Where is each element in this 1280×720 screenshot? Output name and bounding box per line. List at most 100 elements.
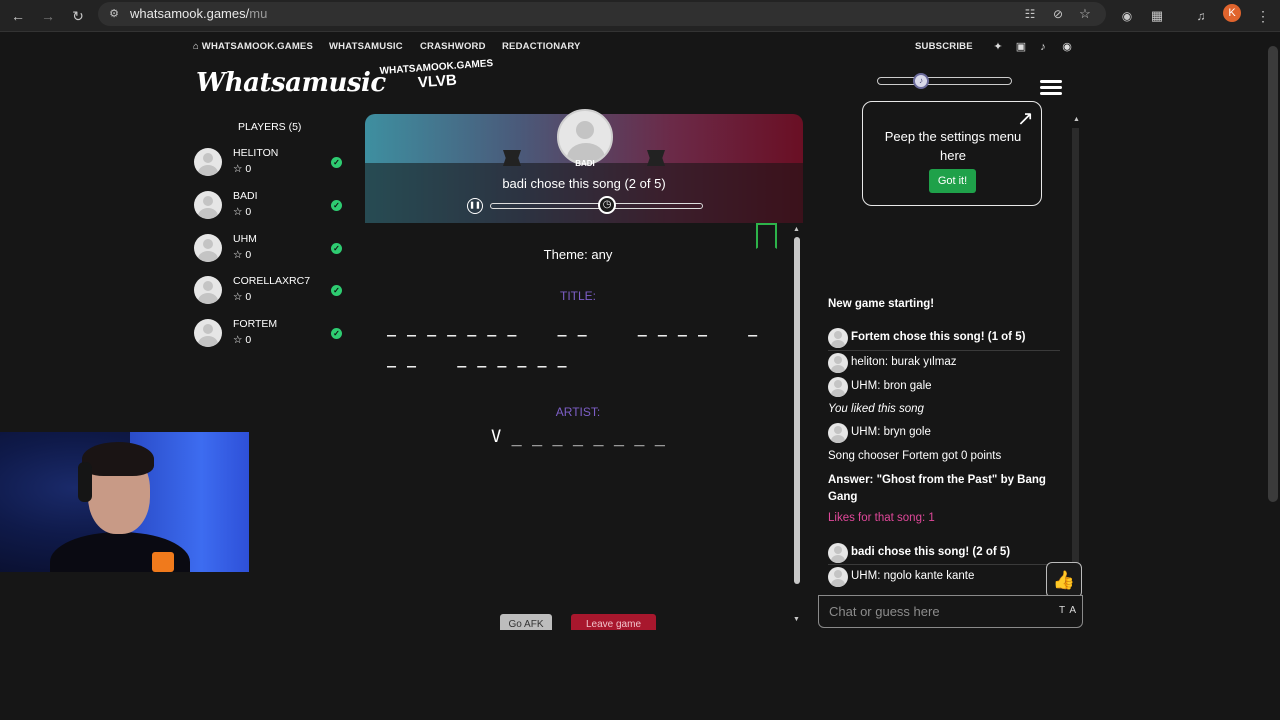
song-progress-bar: [490, 203, 703, 209]
reload-icon[interactable]: ↻: [68, 6, 88, 26]
theme-text: Theme: any: [543, 247, 613, 262]
players-title: PLAYERS (5): [238, 121, 302, 133]
player-name: HELITON: [233, 147, 279, 159]
player-name: FORTEM: [233, 318, 278, 330]
avatar: [828, 567, 848, 587]
pause-button[interactable]: ❚❚: [467, 198, 483, 214]
avatar: [828, 543, 848, 563]
extensions-puzzle-icon[interactable]: ▦: [1147, 6, 1167, 26]
song-status: badi chose this song (2 of 5): [502, 176, 666, 191]
check-icon: ✓: [331, 200, 342, 211]
chat-message: UHM: bryn gole: [851, 426, 931, 438]
scroll-up-icon[interactable]: ▲: [792, 226, 801, 234]
check-icon: ✓: [331, 328, 342, 339]
headset-icon: [78, 462, 92, 502]
subscribe-link[interactable]: SUBSCRIBE: [915, 41, 973, 52]
chat-points-message: Song chooser Fortem got 0 points: [828, 450, 1002, 462]
chat-message: UHM: ngolo kante kante: [851, 570, 975, 582]
settings-tooltip: ↗ Peep the settings menu here Got it!: [862, 101, 1042, 206]
volume-slider[interactable]: [877, 77, 1012, 85]
avatar: [828, 423, 848, 443]
player-score-value: 0: [245, 206, 252, 218]
player-score: ☆ 0: [233, 163, 251, 175]
chooser-avatar: [557, 109, 613, 165]
player-score: ☆ 0: [233, 291, 251, 303]
bookmark-icon[interactable]: [756, 223, 777, 249]
instagram-icon[interactable]: ▣: [1014, 40, 1028, 54]
chat-scroll-up-icon[interactable]: ▲: [1072, 116, 1081, 124]
tooltip-text: Peep the settings menu here: [884, 129, 1022, 163]
chat-message: heliton: burak yılmaz: [851, 356, 957, 368]
site-logo[interactable]: Whatsamusic: [196, 68, 386, 98]
star-icon: ☆: [233, 163, 243, 175]
pause-icon: ❚❚: [469, 202, 481, 209]
more-menu-icon[interactable]: ⋮: [1253, 6, 1273, 26]
page: ⌂ WHATSAMOOK.GAMES WHATSAMUSIC CRASHWORD…: [0, 32, 1280, 720]
scroll-down-icon[interactable]: ▼: [792, 616, 801, 624]
star-icon: ☆: [233, 291, 243, 303]
back-arrow-icon[interactable]: ←: [8, 6, 28, 26]
profile-avatar[interactable]: K: [1223, 4, 1241, 22]
player-row: BADI ☆ 0 ✓: [194, 190, 350, 224]
tiktok-icon[interactable]: ♪: [1036, 40, 1050, 54]
webcam-mug: [152, 552, 174, 572]
avatar: [194, 191, 222, 219]
chat-chooser-message: Fortem chose this song! (1 of 5): [851, 331, 1026, 343]
nav-link-redactionary[interactable]: REDACTIONARY: [502, 41, 581, 52]
avatar: [828, 377, 848, 397]
chat-input[interactable]: Chat or guess here TA: [818, 595, 1083, 628]
player-score: ☆ 0: [233, 249, 251, 261]
player-score: ☆ 0: [233, 334, 251, 346]
got-it-button[interactable]: Got it!: [929, 169, 976, 193]
check-icon: ✓: [331, 285, 342, 296]
media-control-icon[interactable]: ♫: [1191, 6, 1211, 26]
thumbs-up-icon: 👍: [1052, 570, 1076, 590]
chat-answer-message: Answer: "Ghost from the Past" by Bang Ga…: [828, 474, 1046, 503]
nav-home-link[interactable]: ⌂ WHATSAMOOK.GAMES: [193, 41, 313, 52]
site-settings-icon[interactable]: ⚙: [104, 4, 124, 24]
nav-link-whatsamusic[interactable]: WHATSAMUSIC: [329, 41, 403, 52]
chat-chooser-message: badi chose this song! (2 of 5): [851, 546, 1011, 558]
song-card-overlay: [365, 163, 803, 223]
home-icon: ⌂: [193, 41, 199, 52]
chat-text-options[interactable]: TA: [1059, 605, 1081, 616]
extension-icon[interactable]: ◉: [1117, 6, 1137, 26]
eye-off-icon[interactable]: ⊘: [1048, 4, 1068, 24]
address-bar[interactable]: ⚙ whatsamook.games/mu ☷ ⊘ ☆: [98, 2, 1106, 26]
flag-icon: [647, 150, 665, 166]
avatar: [194, 276, 222, 304]
discord-icon[interactable]: ◉: [1060, 40, 1074, 54]
room-label: WHATSAMOOK.GAMES VLVB: [379, 58, 495, 94]
chooser-name: BADI: [575, 159, 595, 168]
star-icon: ☆: [233, 206, 243, 218]
like-button[interactable]: 👍: [1046, 562, 1082, 598]
avatar: [194, 319, 222, 347]
chat-likes-message: Likes for that song: 1: [828, 512, 935, 524]
player-row: FORTEM ☆ 0 ✓: [194, 318, 350, 352]
url-host: whatsamook.games/: [130, 6, 250, 21]
volume-icon[interactable]: ♪: [913, 73, 929, 89]
player-row: HELITON ☆ 0 ✓: [194, 147, 350, 181]
player-score: ☆ 0: [233, 206, 251, 218]
star-icon: ☆: [233, 334, 243, 346]
go-afk-button[interactable]: Go AFK: [500, 614, 552, 630]
bookmark-star-icon[interactable]: ☆: [1075, 4, 1095, 24]
player-score-value: 0: [245, 291, 252, 303]
leave-game-button[interactable]: Leave game: [571, 614, 656, 630]
chat-liked-message: You liked this song: [828, 403, 924, 415]
player-name: CORELLAXRC7: [233, 275, 311, 287]
url-text: whatsamook.games/mu: [130, 6, 267, 21]
player-score-value: 0: [245, 163, 252, 175]
chat-message: UHM: bron gale: [851, 380, 932, 392]
puzzle-scrollbar[interactable]: [794, 237, 800, 584]
page-scrollbar[interactable]: [1268, 46, 1278, 502]
hamburger-menu-icon[interactable]: [1040, 80, 1062, 96]
flag-icon: [503, 150, 521, 166]
avatar: [194, 148, 222, 176]
nav-link-crashword[interactable]: CRASHWORD: [420, 41, 486, 52]
twitter-icon[interactable]: ✦: [991, 40, 1005, 54]
check-icon: ✓: [331, 243, 342, 254]
translate-icon[interactable]: ☷: [1020, 4, 1040, 24]
chat-scrollbar[interactable]: [1072, 128, 1079, 582]
forward-arrow-icon[interactable]: →: [38, 6, 58, 26]
